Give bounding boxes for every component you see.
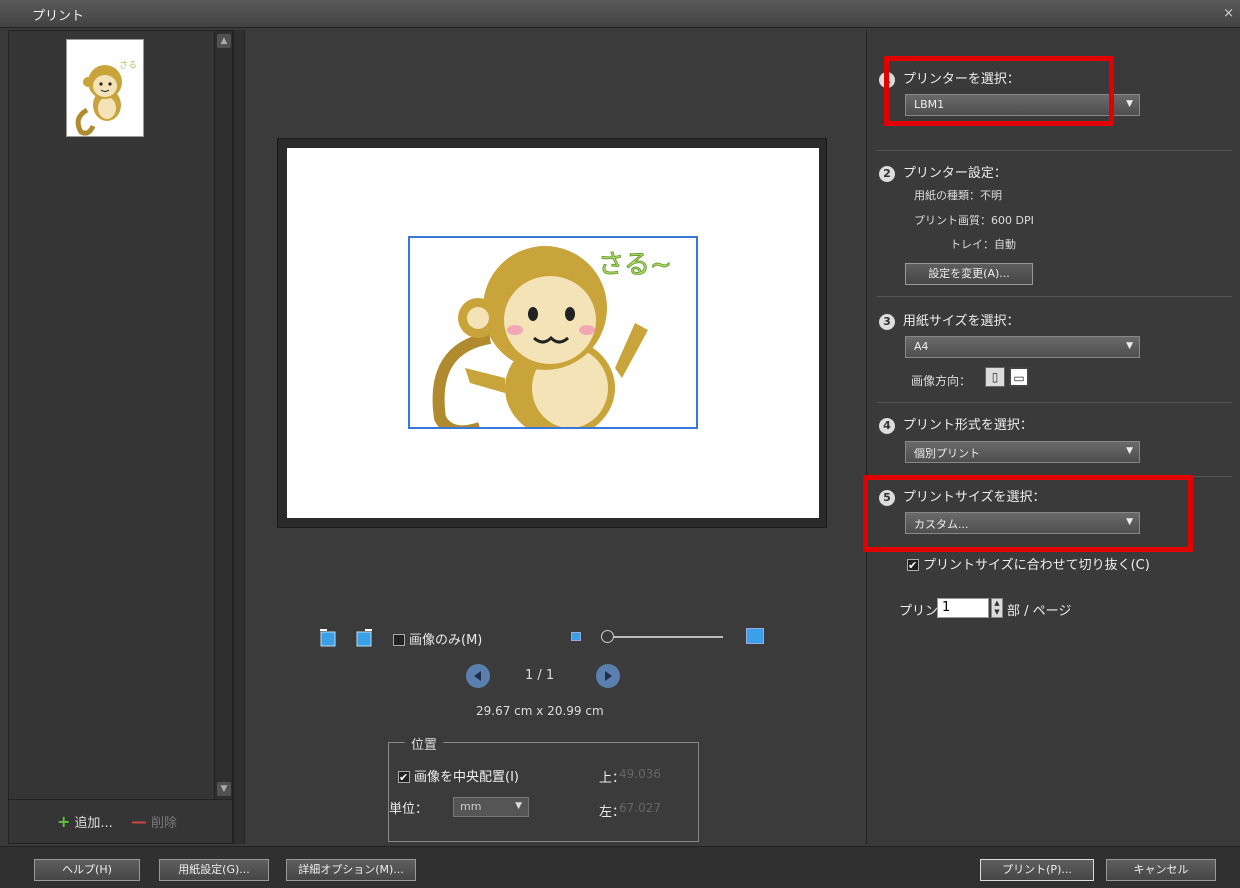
divider — [877, 402, 1232, 403]
thumbnail-scrollbar[interactable]: ▲ ▼ — [214, 31, 232, 799]
printer-select[interactable]: LBM1 — [905, 94, 1140, 116]
paper-type-text: 用紙の種類：不明 — [914, 189, 1002, 202]
crop-to-fit-box[interactable] — [907, 559, 919, 571]
paper-size-text: 29.67 cm x 20.99 cm — [476, 704, 604, 718]
step-printer-settings: 2 プリンター設定： — [879, 162, 1007, 182]
step-select-paper-size: 3 用紙サイズを選択： — [879, 310, 1019, 330]
step-label: プリンターを選択： — [902, 72, 1020, 87]
divider — [877, 476, 1232, 477]
print-size-select[interactable]: カスタム... — [905, 512, 1140, 534]
unit-select[interactable]: mm — [453, 797, 529, 817]
zoom-slider[interactable] — [601, 630, 723, 643]
preview-toolbar: 画像のみ(M) — [246, 626, 866, 650]
divider — [877, 150, 1232, 151]
help-button[interactable]: ヘルプ(H) — [34, 859, 140, 881]
print-button[interactable]: プリント(P)... — [980, 859, 1094, 881]
step-number: 5 — [879, 490, 895, 506]
rotate-left-icon[interactable] — [317, 626, 339, 648]
print-preview: さる~ — [277, 138, 827, 528]
landscape-icon[interactable]: ▭ — [1009, 367, 1029, 387]
image-only-label: 画像のみ(M) — [409, 633, 483, 648]
step-number: 1 — [879, 72, 895, 88]
step-label: プリンター設定： — [902, 166, 1007, 181]
monkey-thumbnail-image: さる — [75, 60, 137, 136]
settings-panel: 1 プリンターを選択： LBM1 2 プリンター設定： 用紙の種類：不明 プリン… — [863, 30, 1232, 844]
print-type-select[interactable]: 個別プリント — [905, 441, 1140, 463]
portrait-icon[interactable]: ▯ — [985, 367, 1005, 387]
add-label: 追加... — [74, 816, 113, 831]
tray-text: トレイ：自動 — [950, 238, 1016, 251]
dialog-footer: ヘルプ(H) 用紙設定(G)... 詳細オプション(M)... プリント(P).… — [0, 846, 1240, 888]
page-setup-button[interactable]: 用紙設定(G)... — [159, 859, 269, 881]
change-settings-button[interactable]: 設定を変更(A)... — [905, 263, 1033, 285]
previous-page-button[interactable] — [466, 664, 490, 688]
delete-label: 削除 — [151, 816, 178, 831]
page-navigator: 1 / 1 — [246, 664, 866, 688]
scroll-down-icon[interactable]: ▼ — [217, 782, 231, 796]
step-select-print-type: 4 プリント形式を選択： — [879, 414, 1033, 434]
position-legend: 位置 — [405, 734, 444, 753]
orientation-label: 画像方向： — [911, 374, 972, 388]
zoom-out-icon[interactable] — [571, 632, 581, 641]
svg-text:さる~: さる~ — [598, 250, 672, 280]
crop-to-fit-checkbox[interactable]: プリントサイズに合わせて切り抜く(C) — [907, 554, 1150, 573]
close-icon[interactable]: × — [1223, 6, 1234, 21]
zoom-in-icon[interactable] — [746, 628, 764, 644]
paper-size-select[interactable]: A4 — [905, 336, 1140, 358]
step-label: プリント形式を選択： — [902, 418, 1033, 433]
zoom-slider-knob[interactable] — [601, 630, 614, 643]
center-image-label: 画像を中央配置(I) — [414, 770, 519, 785]
step-label: 用紙サイズを選択： — [902, 314, 1020, 329]
top-offset-value[interactable]: 49.036 — [619, 767, 661, 781]
unit-label: 単位： — [389, 802, 429, 817]
svg-text:さる: さる — [119, 60, 137, 71]
monkey-preview-image: さる~ — [432, 246, 672, 427]
center-image-box[interactable] — [398, 771, 410, 783]
step-select-print-size: 5 プリントサイズを選択： — [879, 486, 1045, 506]
copies-input[interactable]: 1 — [937, 598, 989, 618]
scroll-up-icon[interactable]: ▲ — [217, 34, 231, 48]
thumbnail-panel: さる ▲ ▼ + 追加... — 削除 — [8, 30, 233, 844]
delete-button[interactable]: — 削除 — [131, 812, 177, 831]
page-indicator: 1 / 1 — [525, 668, 555, 683]
paper-preview: さる~ — [287, 148, 819, 518]
title-bar: プリント × — [0, 0, 1240, 28]
photo-thumbnail[interactable]: さる — [66, 39, 144, 137]
orientation-group: ▯ ▭ — [985, 367, 1045, 389]
left-offset-value[interactable]: 67.027 — [619, 801, 661, 815]
step-number: 4 — [879, 418, 895, 434]
divider — [877, 296, 1232, 297]
plus-icon: + — [57, 812, 71, 831]
position-group: 位置 画像を中央配置(I) 単位： mm 上： 49.036 左： 67.027 — [388, 734, 699, 842]
cancel-button[interactable]: キャンセル — [1106, 859, 1216, 881]
thumbnail-actions: + 追加... — 削除 — [9, 799, 232, 843]
step-number: 2 — [879, 166, 895, 182]
next-page-button[interactable] — [596, 664, 620, 688]
copies-unit: 部 / ページ — [1007, 604, 1072, 619]
preview-panel: さる~ 画像のみ(M) 1 / 1 29.67 cm x 20.99 cm 位置… — [246, 30, 866, 844]
minus-icon: — — [131, 812, 147, 831]
copies-spinner[interactable]: ▲ ▼ — [991, 598, 1003, 618]
crop-to-fit-label: プリントサイズに合わせて切り抜く(C) — [923, 558, 1150, 573]
print-quality-text: プリント画質：600 DPI — [914, 214, 1034, 227]
step-select-printer: 1 プリンターを選択： — [879, 68, 1020, 88]
step-number: 3 — [879, 314, 895, 330]
panel-splitter[interactable] — [233, 30, 245, 844]
rotate-right-icon[interactable] — [353, 626, 375, 648]
more-options-button[interactable]: 詳細オプション(M)... — [286, 859, 416, 881]
image-only-box[interactable] — [393, 634, 405, 646]
image-placement-box[interactable]: さる~ — [408, 236, 698, 429]
image-only-checkbox[interactable]: 画像のみ(M) — [393, 629, 482, 648]
add-button[interactable]: + 追加... — [57, 812, 113, 831]
window-title: プリント — [32, 9, 85, 24]
step-label: プリントサイズを選択： — [902, 490, 1046, 505]
center-image-checkbox[interactable]: 画像を中央配置(I) — [398, 766, 519, 785]
